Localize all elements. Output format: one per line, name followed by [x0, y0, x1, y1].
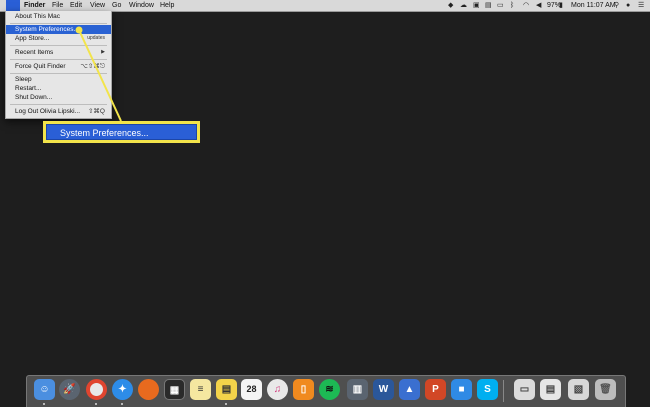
menu-item-label: About This Mac	[15, 13, 61, 20]
user-icon[interactable]: ●	[626, 1, 630, 10]
airplay-icon[interactable]: ▭	[497, 1, 504, 10]
launchpad-icon[interactable]: 🚀	[59, 379, 80, 400]
trash-icon[interactable]: 🗑	[595, 379, 616, 400]
app-store-badge: updates	[87, 35, 105, 41]
cloud-icon[interactable]: ☁	[460, 1, 467, 10]
facetime-icon[interactable]: ■	[451, 379, 472, 400]
menu-divider	[10, 73, 107, 74]
menu-item-recent-items[interactable]: Recent Items ▶	[6, 48, 111, 57]
downloads-folder-icon[interactable]: ▤	[540, 379, 561, 400]
spotlight-icon[interactable]: ⚲	[614, 1, 619, 10]
menu-item-log-out[interactable]: Log Out Olivia Lipski... ⇧⌘Q	[6, 107, 111, 116]
menu-help[interactable]: Help	[160, 0, 174, 11]
wifi-icon[interactable]: ◠	[523, 1, 529, 10]
menu-item-restart[interactable]: Restart...	[6, 84, 111, 93]
firefox-icon[interactable]	[138, 379, 159, 400]
dropbox-icon[interactable]: ◆	[448, 1, 453, 10]
menu-divider	[10, 104, 107, 105]
skype-icon[interactable]: S	[477, 379, 498, 400]
document-icon[interactable]: ▥	[347, 379, 368, 400]
menu-divider	[10, 45, 107, 46]
status-icon[interactable]: ▤	[485, 1, 492, 10]
callout-system-preferences: System Preferences...	[46, 124, 197, 140]
dock: ☺ 🚀 ✦ ▦ ≡ ▤ 28 ♫ ▯ ≋ ▥ W ▲ P ■ S ▭ ▤ ▧ 🗑	[26, 375, 626, 407]
battery-icon[interactable]: ▮	[559, 1, 563, 10]
submenu-arrow-icon: ▶	[101, 49, 105, 55]
menu-divider	[10, 23, 107, 24]
menu-go[interactable]: Go	[112, 0, 121, 11]
word-icon[interactable]: W	[373, 379, 394, 400]
bluetooth-icon[interactable]: ᛒ	[510, 1, 514, 10]
chrome-icon[interactable]	[86, 379, 107, 400]
menu-file[interactable]: File	[52, 0, 63, 11]
itunes-icon[interactable]: ♫	[267, 379, 288, 400]
status-icon[interactable]: ▣	[473, 1, 480, 10]
callout-highlight: System Preferences...	[43, 121, 200, 143]
force-quit-shortcut: ⌥⇧⌘⎋	[80, 63, 105, 70]
running-indicator	[121, 403, 123, 405]
dock-divider	[503, 380, 504, 402]
photo-booth-icon[interactable]: ▦	[164, 379, 185, 400]
menu-item-label: Sleep	[15, 76, 32, 83]
menu-item-shut-down[interactable]: Shut Down...	[6, 93, 111, 102]
running-indicator	[225, 403, 227, 405]
menu-edit[interactable]: Edit	[70, 0, 82, 11]
documents-folder-icon[interactable]: ▧	[568, 379, 589, 400]
menu-finder[interactable]: Finder	[24, 0, 45, 11]
menu-item-sleep[interactable]: Sleep	[6, 75, 111, 84]
running-indicator	[95, 403, 97, 405]
notes-icon[interactable]: ≡	[190, 379, 211, 400]
menu-divider	[10, 59, 107, 60]
menu-item-label: Force Quit Finder	[15, 63, 66, 70]
volume-icon[interactable]: ◀	[536, 1, 541, 10]
stickies-icon[interactable]: ▤	[216, 379, 237, 400]
clock[interactable]: Mon 11:07 AM	[571, 0, 616, 11]
powerpoint-icon[interactable]: P	[425, 379, 446, 400]
menu-item-label: Recent Items	[15, 49, 54, 56]
apple-logo-icon[interactable]	[6, 0, 20, 11]
books-icon[interactable]: ▯	[293, 379, 314, 400]
running-indicator	[43, 403, 45, 405]
notification-center-icon[interactable]: ☰	[638, 1, 644, 10]
menu-item-app-store[interactable]: App Store... updates	[6, 34, 111, 43]
menu-item-force-quit[interactable]: Force Quit Finder ⌥⇧⌘⎋	[6, 62, 111, 71]
menu-item-label: App Store...	[15, 35, 50, 42]
menu-item-about[interactable]: About This Mac	[6, 12, 111, 21]
log-out-shortcut: ⇧⌘Q	[87, 108, 105, 115]
keynote-icon[interactable]: ▲	[399, 379, 420, 400]
safari-icon[interactable]: ✦	[112, 379, 133, 400]
menu-item-label: Shut Down...	[15, 94, 53, 101]
menu-item-label: Restart...	[15, 85, 42, 92]
menu-view[interactable]: View	[90, 0, 105, 11]
menu-item-label: System Preferences...	[15, 26, 79, 33]
finder-icon[interactable]: ☺	[34, 379, 55, 400]
preview-icon[interactable]: ▭	[514, 379, 535, 400]
menu-item-system-preferences[interactable]: System Preferences...	[6, 25, 111, 34]
spotify-icon[interactable]: ≋	[319, 379, 340, 400]
apple-menu: About This Mac System Preferences... App…	[5, 11, 112, 119]
menu-item-label: Log Out Olivia Lipski...	[15, 108, 81, 115]
menu-window[interactable]: Window	[129, 0, 154, 11]
calendar-icon[interactable]: 28	[241, 379, 262, 400]
